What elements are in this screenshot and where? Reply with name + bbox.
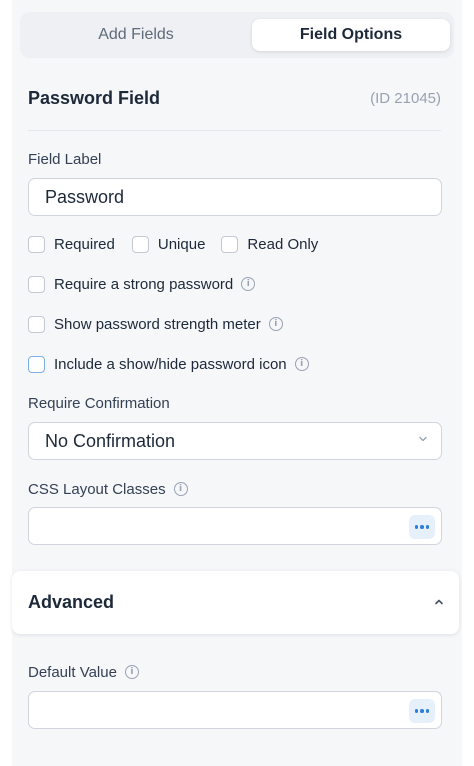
tab-bar: Add Fields Field Options <box>20 12 454 58</box>
chevron-up-icon[interactable] <box>433 597 445 607</box>
info-icon[interactable]: i <box>241 277 256 291</box>
strong-password-row: Require a strong password i <box>28 274 256 294</box>
strength-meter-row: Show password strength meter i <box>28 314 283 334</box>
info-icon[interactable]: i <box>268 317 283 331</box>
info-icon[interactable]: i <box>124 665 139 679</box>
css-classes-label-row: CSS Layout Classes i <box>28 479 188 499</box>
read-only-checkbox[interactable] <box>221 235 239 253</box>
divider <box>28 130 441 131</box>
info-icon[interactable]: i <box>173 482 188 496</box>
show-hide-icon-checkbox[interactable] <box>28 355 45 373</box>
strong-password-label: Require a strong password <box>54 275 234 293</box>
show-hide-icon-label: Include a show/hide password icon <box>54 355 287 373</box>
field-id: (ID 21045) <box>370 90 441 107</box>
strength-meter-checkbox[interactable] <box>28 315 45 333</box>
strong-password-checkbox[interactable] <box>28 275 45 293</box>
tab-add-fields[interactable]: Add Fields <box>36 19 236 51</box>
advanced-section-header[interactable]: Advanced <box>12 571 459 634</box>
more-dots-icon[interactable] <box>409 515 435 539</box>
tab-field-options[interactable]: Field Options <box>252 19 450 51</box>
default-value-input[interactable] <box>28 691 442 729</box>
required-checkbox[interactable] <box>28 235 45 253</box>
info-icon[interactable]: i <box>294 357 309 371</box>
default-value-label-row: Default Value i <box>28 662 139 682</box>
more-dots-icon[interactable] <box>409 699 435 723</box>
required-label: Required <box>54 235 115 253</box>
field-type-title: Password Field <box>28 88 161 108</box>
confirmation-select[interactable]: No Confirmation <box>28 422 442 460</box>
field-label-label: Field Label <box>28 151 102 168</box>
strength-meter-label: Show password strength meter <box>54 315 261 333</box>
default-value-label: Default Value <box>28 663 117 681</box>
show-hide-icon-row: Include a show/hide password icon i <box>28 354 309 374</box>
advanced-title: Advanced <box>28 592 115 612</box>
css-classes-input[interactable] <box>28 507 442 545</box>
checkbox-group-basic: Required Unique Read Only <box>28 234 318 254</box>
read-only-label: Read Only <box>247 235 319 253</box>
confirmation-label: Require Confirmation <box>28 395 170 412</box>
unique-label: Unique <box>157 235 206 253</box>
css-classes-label: CSS Layout Classes <box>28 480 166 498</box>
field-label-input[interactable]: Password <box>28 178 442 216</box>
unique-checkbox[interactable] <box>131 235 149 253</box>
field-options-panel: Add Fields Field Options Password Field … <box>12 0 462 766</box>
chevron-down-icon <box>419 436 427 442</box>
confirmation-select-value: No Confirmation <box>45 431 176 451</box>
